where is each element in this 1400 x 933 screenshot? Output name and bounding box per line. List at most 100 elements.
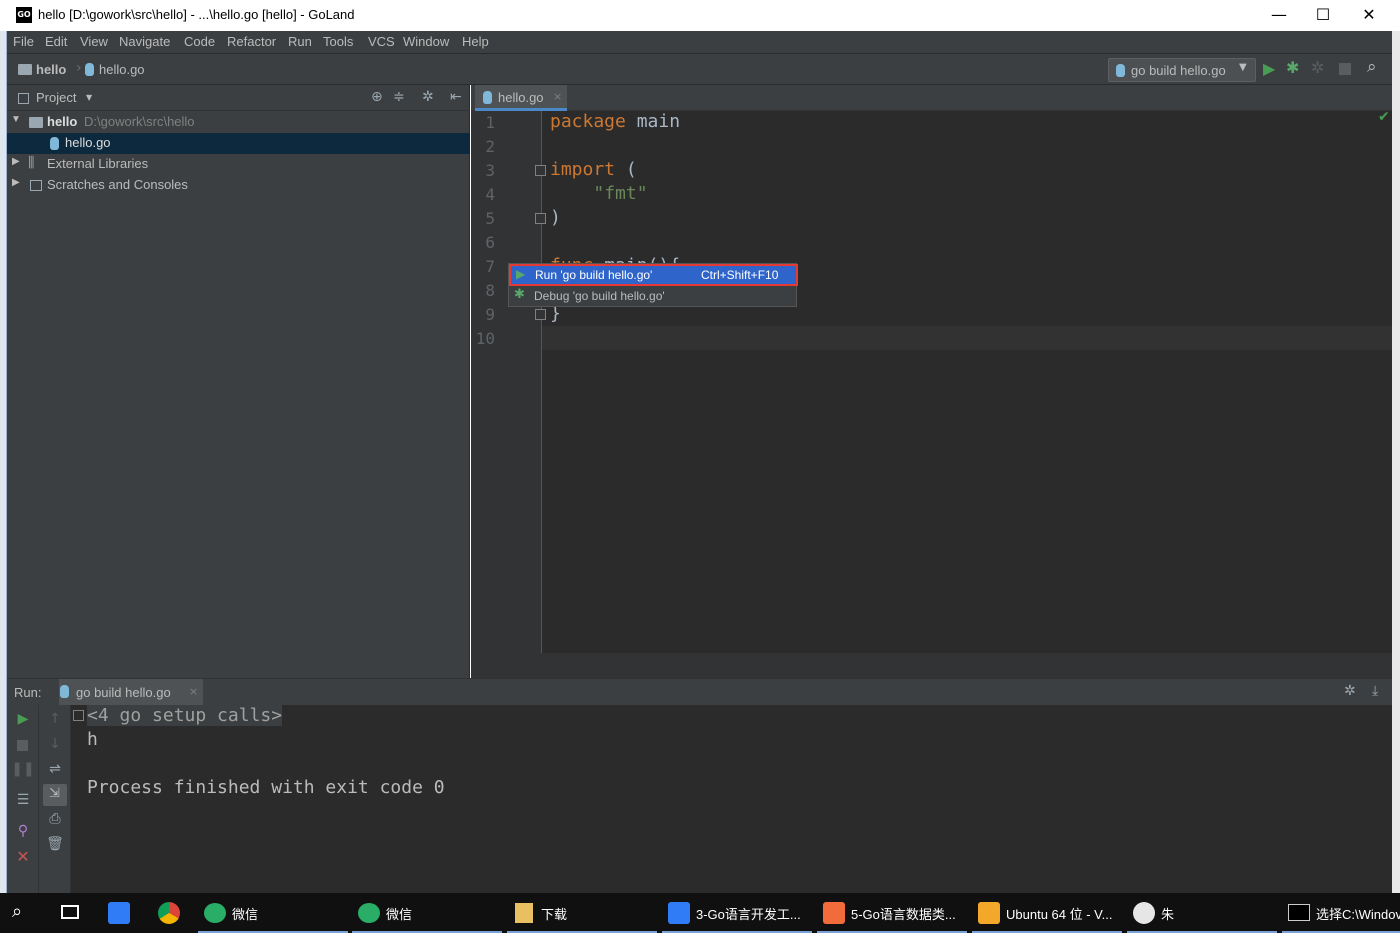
close-run-icon[interactable]: ✕: [7, 847, 39, 866]
clear-all-trash-icon[interactable]: 🗑: [39, 836, 71, 852]
project-panel-header: Project ▼ ⊕ ≑ ✲ ⇤: [7, 85, 470, 111]
pinned-app-icon[interactable]: [108, 902, 130, 924]
taskbar-item-vmware[interactable]: Ubuntu 64 位 - V...: [972, 893, 1122, 933]
project-panel: Project ▼ ⊕ ≑ ✲ ⇤ ▼ hello D:\gowork\src\…: [7, 85, 470, 678]
scroll-up-icon[interactable]: ↑: [39, 711, 71, 727]
goland-logo-icon: GO: [16, 7, 32, 23]
locate-target-icon[interactable]: ⊕: [371, 89, 383, 105]
search-icon[interactable]: ⌕: [12, 901, 22, 922]
tree-label: hello.go: [65, 135, 111, 150]
menu-view[interactable]: View: [80, 34, 108, 49]
tree-item-external-libraries[interactable]: ▶ ⫼ External Libraries: [7, 154, 470, 175]
popup-run-shortcut: Ctrl+Shift+F10: [701, 268, 779, 282]
collapse-all-icon[interactable]: ≑: [393, 89, 405, 105]
taskbar-item-wechat-2[interactable]: 微信: [352, 893, 502, 933]
expand-setup-calls-icon[interactable]: [73, 710, 84, 721]
popup-item-run[interactable]: ▶ Run 'go build hello.go' Ctrl+Shift+F10: [509, 264, 798, 286]
taskbar-item-downloads[interactable]: 下载: [507, 893, 657, 933]
qq-avatar-icon: [1133, 902, 1155, 924]
tree-item-scratches[interactable]: ▶ Scratches and Consoles: [7, 175, 470, 196]
taskbar-label: 5-Go语言数据类...: [851, 907, 956, 922]
collapse-arrow-icon[interactable]: ▶: [12, 177, 20, 188]
fold-marker-icon[interactable]: [535, 165, 546, 176]
rerun-icon[interactable]: ▶: [7, 711, 39, 727]
stop-icon[interactable]: [17, 740, 28, 751]
inspection-ok-icon[interactable]: ✔: [1378, 109, 1390, 125]
line-number: 5: [485, 209, 495, 228]
window-title: hello [D:\gowork\src\hello] - ...\hello.…: [38, 7, 355, 22]
chrome-icon[interactable]: [158, 902, 180, 924]
tree-item-hello-go[interactable]: hello.go: [7, 133, 470, 154]
taskbar-item-cmd[interactable]: 选择C:\Windov: [1282, 893, 1400, 933]
popup-debug-label: Debug 'go build hello.go': [534, 289, 665, 303]
tree-item-hello[interactable]: ▼ hello D:\gowork\src\hello: [7, 112, 470, 133]
popup-item-debug[interactable]: ✱ Debug 'go build hello.go': [509, 286, 798, 308]
task-view-icon[interactable]: [61, 905, 79, 919]
close-window-button[interactable]: ✕: [1346, 0, 1392, 31]
maximize-button[interactable]: ☐: [1300, 0, 1346, 31]
run-tab-go-build[interactable]: go build hello.go ×: [59, 679, 203, 706]
taskbar-item-qq[interactable]: 朱: [1127, 893, 1277, 933]
project-dropdown-arrow-icon[interactable]: ▼: [86, 93, 92, 102]
menu-window[interactable]: Window: [403, 34, 449, 49]
code-editor[interactable]: 1 2 3 4 5 6 7 8 9 10 package main import…: [471, 109, 1392, 678]
scratches-icon: [30, 180, 42, 191]
stop-icon[interactable]: [1339, 63, 1351, 75]
breadcrumb-project[interactable]: hello: [36, 62, 66, 77]
code-text: main: [625, 111, 681, 132]
close-tab-icon[interactable]: ×: [553, 90, 562, 103]
settings-gear-icon[interactable]: ✲: [422, 89, 434, 105]
menu-file[interactable]: File: [13, 34, 34, 49]
hide-panel-icon[interactable]: ⤓: [1372, 683, 1378, 699]
library-icon: ⫼: [28, 154, 35, 170]
taskbar-item-wechat-1[interactable]: 微信: [198, 893, 348, 933]
run-configuration-selector[interactable]: go build hello.go ▼: [1108, 58, 1256, 82]
fold-marker-icon[interactable]: [535, 213, 546, 224]
taskbar-label: 3-Go语言开发工...: [696, 907, 801, 922]
run-icon[interactable]: ▶: [1263, 59, 1275, 78]
menu-navigate[interactable]: Navigate: [119, 34, 170, 49]
pause-icon[interactable]: ❚❚: [7, 761, 39, 777]
dump-threads-icon[interactable]: ☰: [7, 792, 39, 808]
menu-vcs[interactable]: VCS: [368, 34, 395, 49]
console-toolbar: ↑ ↓ ⇌ ⇲ ⎙ 🗑: [39, 705, 71, 893]
debug-bug-icon[interactable]: ✱: [1286, 58, 1299, 77]
tree-path: D:\gowork\src\hello: [84, 114, 195, 129]
soft-wrap-icon[interactable]: ⇌: [39, 761, 71, 777]
line-number: 9: [485, 305, 495, 324]
menu-tools[interactable]: Tools: [323, 34, 353, 49]
taskbar-item-wps-ppt[interactable]: 5-Go语言数据类...: [817, 893, 967, 933]
tab-hello-go[interactable]: hello.go ×: [475, 85, 567, 111]
collapse-arrow-icon[interactable]: ▶: [12, 156, 20, 167]
breadcrumb-separator-icon: ›: [76, 60, 82, 76]
scroll-down-icon[interactable]: ↓: [39, 736, 71, 752]
menu-bar: File Edit View Navigate Code Refactor Ru…: [7, 31, 1392, 53]
expand-arrow-icon[interactable]: ▼: [11, 114, 21, 125]
taskbar-item-wps-doc[interactable]: 3-Go语言开发工...: [662, 893, 812, 933]
hide-panel-icon[interactable]: ⇤: [450, 89, 462, 105]
line-number: 2: [485, 137, 495, 156]
fold-marker-icon[interactable]: [535, 309, 546, 320]
pin-tab-icon[interactable]: ⚲: [7, 823, 39, 839]
tree-label: Scratches and Consoles: [47, 177, 188, 192]
print-icon[interactable]: ⎙: [39, 811, 71, 827]
search-icon[interactable]: ⌕: [1367, 57, 1377, 77]
go-file-icon: [50, 137, 59, 150]
menu-edit[interactable]: Edit: [45, 34, 67, 49]
settings-gear-icon[interactable]: ✲: [1344, 683, 1356, 699]
popup-run-label: Run 'go build hello.go': [535, 268, 653, 282]
menu-refactor[interactable]: Refactor: [227, 34, 276, 49]
menu-help[interactable]: Help: [462, 34, 489, 49]
coverage-icon[interactable]: ✲: [1311, 58, 1324, 77]
menu-code[interactable]: Code: [184, 34, 215, 49]
scroll-to-end-toggle[interactable]: ⇲: [43, 784, 67, 806]
minimize-button[interactable]: —: [1256, 0, 1302, 31]
breadcrumb-file[interactable]: hello.go: [99, 62, 145, 77]
console-setup-calls[interactable]: <4 go setup calls>: [87, 705, 283, 726]
project-panel-title[interactable]: Project: [36, 90, 76, 105]
close-tab-icon[interactable]: ×: [189, 685, 198, 698]
title-bar: GO hello [D:\gowork\src\hello] - ...\hel…: [0, 0, 1400, 31]
menu-run[interactable]: Run: [288, 34, 312, 49]
folder-icon: [515, 903, 533, 923]
debug-bug-icon: ✱: [514, 287, 525, 302]
